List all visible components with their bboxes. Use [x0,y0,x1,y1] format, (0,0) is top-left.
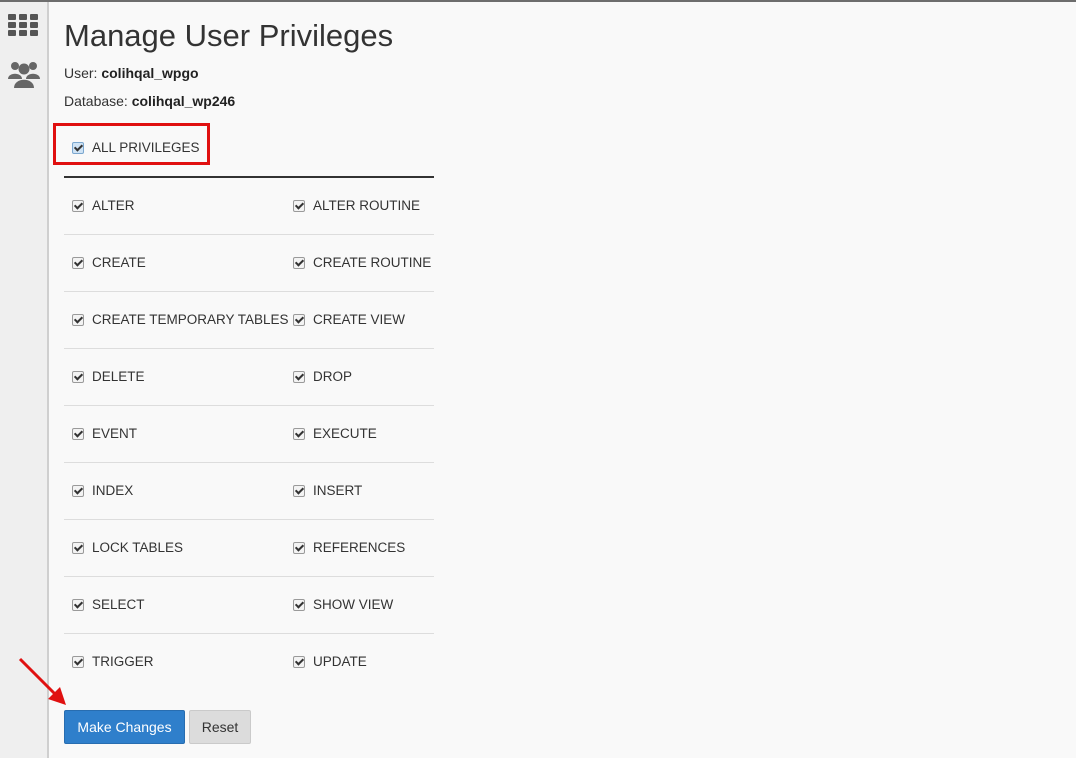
privilege-label: INDEX [92,483,134,498]
checkbox-checked-icon[interactable] [72,541,84,554]
privilege-label: CREATE [92,255,146,270]
privilege-row: TRIGGER UPDATE [64,634,434,690]
privilege-checkbox[interactable]: SELECT [72,597,145,612]
checkbox-checked-icon[interactable] [72,256,84,269]
privilege-label: INSERT [313,483,363,498]
privilege-row: SELECT SHOW VIEW [64,577,434,634]
privilege-label: REFERENCES [313,540,406,555]
privilege-label: CREATE ROUTINE [313,255,432,270]
all-privileges-checkbox[interactable]: ALL PRIVILEGES [72,140,200,155]
privilege-checkbox[interactable]: CREATE [72,255,146,270]
checkbox-checked-icon[interactable] [72,370,84,383]
privilege-checkbox[interactable]: CREATE TEMPORARY TABLES [72,312,289,327]
checkbox-checked-icon[interactable] [293,256,305,269]
apps-grid-icon[interactable] [8,14,38,41]
privilege-checkbox[interactable]: ALTER [72,198,135,213]
privilege-checkbox[interactable]: ALTER ROUTINE [293,198,420,213]
privilege-row: INDEX INSERT [64,463,434,520]
reset-button[interactable]: Reset [189,710,251,744]
privilege-checkbox[interactable]: UPDATE [293,654,367,669]
privilege-row: CREATE CREATE ROUTINE [64,235,434,292]
user-value: colihqal_wpgo [101,65,199,81]
user-label: User: [64,65,98,81]
all-privileges-label: ALL PRIVILEGES [92,140,200,155]
main-content: Manage User Privileges User: colihqal_wp… [53,0,1064,758]
privilege-label: EXECUTE [313,426,377,441]
privilege-label: TRIGGER [92,654,154,669]
privilege-label: CREATE TEMPORARY TABLES [92,312,289,327]
privilege-checkbox[interactable]: DROP [293,369,352,384]
privilege-checkbox[interactable]: LOCK TABLES [72,540,183,555]
users-icon[interactable] [8,57,40,94]
user-info: User: colihqal_wpgo [64,65,199,81]
privilege-checkbox[interactable]: TRIGGER [72,654,154,669]
checkbox-checked-icon[interactable] [72,655,84,668]
privilege-row: LOCK TABLES REFERENCES [64,520,434,577]
checkbox-checked-icon[interactable] [72,484,84,497]
database-label: Database: [64,93,128,109]
checkbox-checked-icon[interactable] [293,655,305,668]
checkbox-checked-icon[interactable] [293,484,305,497]
privilege-checkbox[interactable]: EXECUTE [293,426,377,441]
privilege-row: EVENT EXECUTE [64,406,434,463]
checkbox-checked-icon[interactable] [72,427,84,440]
annotation-arrow-icon [18,657,66,705]
database-info: Database: colihqal_wp246 [64,93,235,109]
make-changes-button[interactable]: Make Changes [64,710,185,744]
page-title: Manage User Privileges [64,18,394,53]
checkbox-checked-icon[interactable] [72,141,84,154]
privilege-label: DELETE [92,369,145,384]
privilege-checkbox[interactable]: DELETE [72,369,145,384]
privilege-checkbox[interactable]: INDEX [72,483,133,498]
privilege-checkbox[interactable]: CREATE ROUTINE [293,255,431,270]
database-value: colihqal_wp246 [131,93,236,109]
privilege-label: ALTER ROUTINE [313,198,421,213]
sidebar [0,2,49,758]
privilege-checkbox[interactable]: EVENT [72,426,137,441]
checkbox-checked-icon[interactable] [293,370,305,383]
privilege-label: SHOW VIEW [313,597,394,612]
privilege-checkbox[interactable]: INSERT [293,483,362,498]
privilege-checkbox[interactable]: SHOW VIEW [293,597,393,612]
checkbox-checked-icon[interactable] [72,199,84,212]
checkbox-checked-icon[interactable] [72,313,84,326]
privileges-table: ALTER ALTER ROUTINE CREATE CREATE ROUTIN… [64,178,434,690]
privilege-label: ALTER [92,198,135,213]
checkbox-checked-icon[interactable] [293,598,305,611]
privilege-checkbox[interactable]: CREATE VIEW [293,312,405,327]
privilege-label: EVENT [92,426,138,441]
privilege-label: UPDATE [313,654,367,669]
privilege-label: LOCK TABLES [92,540,184,555]
privilege-row: ALTER ALTER ROUTINE [64,178,434,235]
privilege-checkbox[interactable]: REFERENCES [293,540,405,555]
privilege-row: CREATE TEMPORARY TABLES CREATE VIEW [64,292,434,349]
checkbox-checked-icon[interactable] [72,598,84,611]
checkbox-checked-icon[interactable] [293,199,305,212]
privilege-label: SELECT [92,597,145,612]
privilege-label: DROP [313,369,353,384]
checkbox-checked-icon[interactable] [293,541,305,554]
checkbox-checked-icon[interactable] [293,313,305,326]
checkbox-checked-icon[interactable] [293,427,305,440]
privilege-row: DELETE DROP [64,349,434,406]
privilege-label: CREATE VIEW [313,312,406,327]
